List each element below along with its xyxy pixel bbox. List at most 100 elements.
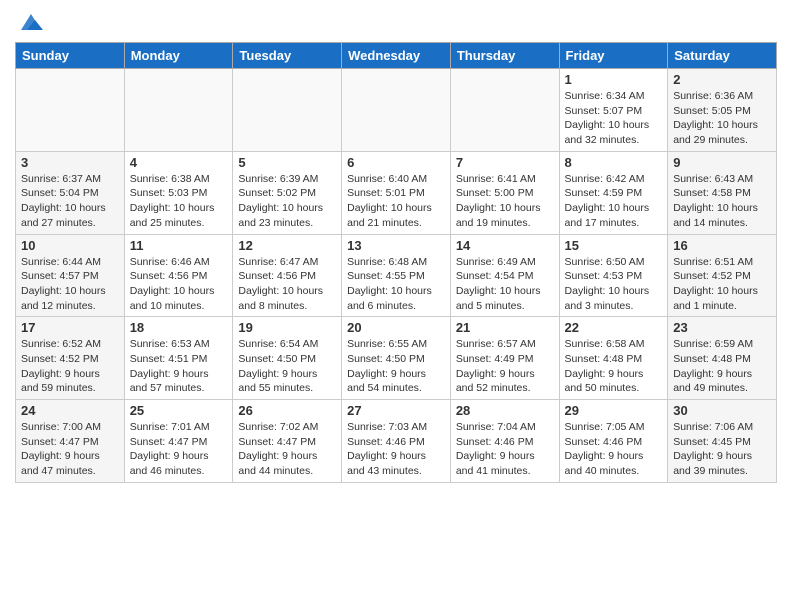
- day-info: Sunrise: 7:06 AMSunset: 4:45 PMDaylight:…: [673, 420, 771, 479]
- calendar-cell: 24Sunrise: 7:00 AMSunset: 4:47 PMDayligh…: [16, 400, 125, 483]
- calendar-cell: [233, 69, 342, 152]
- calendar-cell: 9 Sunrise: 6:43 AMSunset: 4:58 PMDaylight…: [668, 151, 777, 234]
- day-number: 15: [565, 238, 663, 253]
- calendar-cell: 12Sunrise: 6:47 AMSunset: 4:56 PMDayligh…: [233, 234, 342, 317]
- calendar-cell: [124, 69, 233, 152]
- day-info: Sunrise: 6:52 AMSunset: 4:52 PMDaylight:…: [21, 337, 119, 396]
- day-info: Sunrise: 7:02 AMSunset: 4:47 PMDaylight:…: [238, 420, 336, 479]
- calendar-cell: 26Sunrise: 7:02 AMSunset: 4:47 PMDayligh…: [233, 400, 342, 483]
- day-info: Sunrise: 6:51 AMSunset: 4:52 PMDaylight:…: [673, 255, 771, 314]
- calendar-cell: 16 Sunrise: 6:51 AMSunset: 4:52 PMDayligh…: [668, 234, 777, 317]
- day-number: 3: [21, 155, 119, 170]
- day-info: Sunrise: 6:49 AMSunset: 4:54 PMDaylight:…: [456, 255, 554, 314]
- day-number: 25: [130, 403, 228, 418]
- day-info: Sunrise: 6:42 AMSunset: 4:59 PMDaylight:…: [565, 172, 663, 231]
- day-info: Sunrise: 7:05 AMSunset: 4:46 PMDaylight:…: [565, 420, 663, 479]
- calendar-cell: 1 Sunrise: 6:34 AMSunset: 5:07 PMDaylight…: [559, 69, 668, 152]
- day-info: Sunrise: 6:55 AMSunset: 4:50 PMDaylight:…: [347, 337, 445, 396]
- page-header: [15, 10, 777, 34]
- week-row-3: 10 Sunrise: 6:44 AMSunset: 4:57 PMDayligh…: [16, 234, 777, 317]
- day-number: 7: [456, 155, 554, 170]
- calendar-cell: 17 Sunrise: 6:52 AMSunset: 4:52 PMDayligh…: [16, 317, 125, 400]
- day-number: 29: [565, 403, 663, 418]
- day-number: 20: [347, 320, 445, 335]
- day-number: 17: [21, 320, 119, 335]
- weekday-header-row: SundayMondayTuesdayWednesdayThursdayFrid…: [16, 43, 777, 69]
- day-number: 27: [347, 403, 445, 418]
- day-info: Sunrise: 7:03 AMSunset: 4:46 PMDaylight:…: [347, 420, 445, 479]
- day-info: Sunrise: 6:39 AMSunset: 5:02 PMDaylight:…: [238, 172, 336, 231]
- calendar-cell: 14 Sunrise: 6:49 AMSunset: 4:54 PMDayligh…: [450, 234, 559, 317]
- day-number: 16: [673, 238, 771, 253]
- day-number: 8: [565, 155, 663, 170]
- calendar-cell: 21 Sunrise: 6:57 AMSunset: 4:49 PMDayligh…: [450, 317, 559, 400]
- calendar-cell: [16, 69, 125, 152]
- day-number: 11: [130, 238, 228, 253]
- day-info: Sunrise: 6:41 AMSunset: 5:00 PMDaylight:…: [456, 172, 554, 231]
- day-number: 12: [238, 238, 336, 253]
- weekday-header-monday: Monday: [124, 43, 233, 69]
- calendar-cell: 22 Sunrise: 6:58 AMSunset: 4:48 PMDayligh…: [559, 317, 668, 400]
- calendar-cell: 19Sunrise: 6:54 AMSunset: 4:50 PMDayligh…: [233, 317, 342, 400]
- day-info: Sunrise: 6:48 AMSunset: 4:55 PMDaylight:…: [347, 255, 445, 314]
- day-number: 22: [565, 320, 663, 335]
- weekday-header-friday: Friday: [559, 43, 668, 69]
- weekday-header-tuesday: Tuesday: [233, 43, 342, 69]
- calendar-cell: 7 Sunrise: 6:41 AMSunset: 5:00 PMDaylight…: [450, 151, 559, 234]
- weekday-header-saturday: Saturday: [668, 43, 777, 69]
- day-number: 2: [673, 72, 771, 87]
- day-info: Sunrise: 6:37 AMSunset: 5:04 PMDaylight:…: [21, 172, 119, 231]
- calendar-cell: 28 Sunrise: 7:04 AMSunset: 4:46 PMDayligh…: [450, 400, 559, 483]
- day-number: 10: [21, 238, 119, 253]
- day-info: Sunrise: 6:38 AMSunset: 5:03 PMDaylight:…: [130, 172, 228, 231]
- calendar-cell: [450, 69, 559, 152]
- week-row-2: 3 Sunrise: 6:37 AMSunset: 5:04 PMDaylight…: [16, 151, 777, 234]
- day-info: Sunrise: 6:58 AMSunset: 4:48 PMDaylight:…: [565, 337, 663, 396]
- weekday-header-wednesday: Wednesday: [342, 43, 451, 69]
- day-number: 6: [347, 155, 445, 170]
- day-info: Sunrise: 6:50 AMSunset: 4:53 PMDaylight:…: [565, 255, 663, 314]
- page-container: SundayMondayTuesdayWednesdayThursdayFrid…: [0, 0, 792, 488]
- calendar-table: SundayMondayTuesdayWednesdayThursdayFrid…: [15, 42, 777, 483]
- calendar-cell: 10 Sunrise: 6:44 AMSunset: 4:57 PMDayligh…: [16, 234, 125, 317]
- week-row-4: 17 Sunrise: 6:52 AMSunset: 4:52 PMDayligh…: [16, 317, 777, 400]
- day-info: Sunrise: 6:53 AMSunset: 4:51 PMDaylight:…: [130, 337, 228, 396]
- calendar-cell: 25Sunrise: 7:01 AMSunset: 4:47 PMDayligh…: [124, 400, 233, 483]
- day-info: Sunrise: 6:57 AMSunset: 4:49 PMDaylight:…: [456, 337, 554, 396]
- calendar-cell: 11Sunrise: 6:46 AMSunset: 4:56 PMDayligh…: [124, 234, 233, 317]
- calendar-cell: 4 Sunrise: 6:38 AMSunset: 5:03 PMDaylight…: [124, 151, 233, 234]
- logo: [15, 10, 45, 34]
- calendar-cell: 27 Sunrise: 7:03 AMSunset: 4:46 PMDayligh…: [342, 400, 451, 483]
- day-number: 28: [456, 403, 554, 418]
- calendar-cell: 2Sunrise: 6:36 AMSunset: 5:05 PMDaylight…: [668, 69, 777, 152]
- week-row-5: 24Sunrise: 7:00 AMSunset: 4:47 PMDayligh…: [16, 400, 777, 483]
- weekday-header-thursday: Thursday: [450, 43, 559, 69]
- day-number: 18: [130, 320, 228, 335]
- calendar-cell: 13 Sunrise: 6:48 AMSunset: 4:55 PMDayligh…: [342, 234, 451, 317]
- calendar-cell: 3 Sunrise: 6:37 AMSunset: 5:04 PMDaylight…: [16, 151, 125, 234]
- weekday-header-sunday: Sunday: [16, 43, 125, 69]
- day-number: 21: [456, 320, 554, 335]
- day-info: Sunrise: 6:43 AMSunset: 4:58 PMDaylight:…: [673, 172, 771, 231]
- day-info: Sunrise: 6:40 AMSunset: 5:01 PMDaylight:…: [347, 172, 445, 231]
- day-number: 1: [565, 72, 663, 87]
- day-info: Sunrise: 7:04 AMSunset: 4:46 PMDaylight:…: [456, 420, 554, 479]
- day-info: Sunrise: 6:34 AMSunset: 5:07 PMDaylight:…: [565, 89, 663, 148]
- day-number: 14: [456, 238, 554, 253]
- day-number: 13: [347, 238, 445, 253]
- day-number: 9: [673, 155, 771, 170]
- calendar-cell: 20 Sunrise: 6:55 AMSunset: 4:50 PMDayligh…: [342, 317, 451, 400]
- calendar-cell: 15 Sunrise: 6:50 AMSunset: 4:53 PMDayligh…: [559, 234, 668, 317]
- day-info: Sunrise: 6:54 AMSunset: 4:50 PMDaylight:…: [238, 337, 336, 396]
- calendar-cell: 8 Sunrise: 6:42 AMSunset: 4:59 PMDaylight…: [559, 151, 668, 234]
- calendar-cell: [342, 69, 451, 152]
- day-info: Sunrise: 6:44 AMSunset: 4:57 PMDaylight:…: [21, 255, 119, 314]
- logo-icon: [17, 12, 45, 34]
- calendar-cell: 5Sunrise: 6:39 AMSunset: 5:02 PMDaylight…: [233, 151, 342, 234]
- day-number: 4: [130, 155, 228, 170]
- week-row-1: 1 Sunrise: 6:34 AMSunset: 5:07 PMDaylight…: [16, 69, 777, 152]
- day-info: Sunrise: 6:59 AMSunset: 4:48 PMDaylight:…: [673, 337, 771, 396]
- day-number: 24: [21, 403, 119, 418]
- calendar-cell: 30Sunrise: 7:06 AMSunset: 4:45 PMDayligh…: [668, 400, 777, 483]
- day-number: 23: [673, 320, 771, 335]
